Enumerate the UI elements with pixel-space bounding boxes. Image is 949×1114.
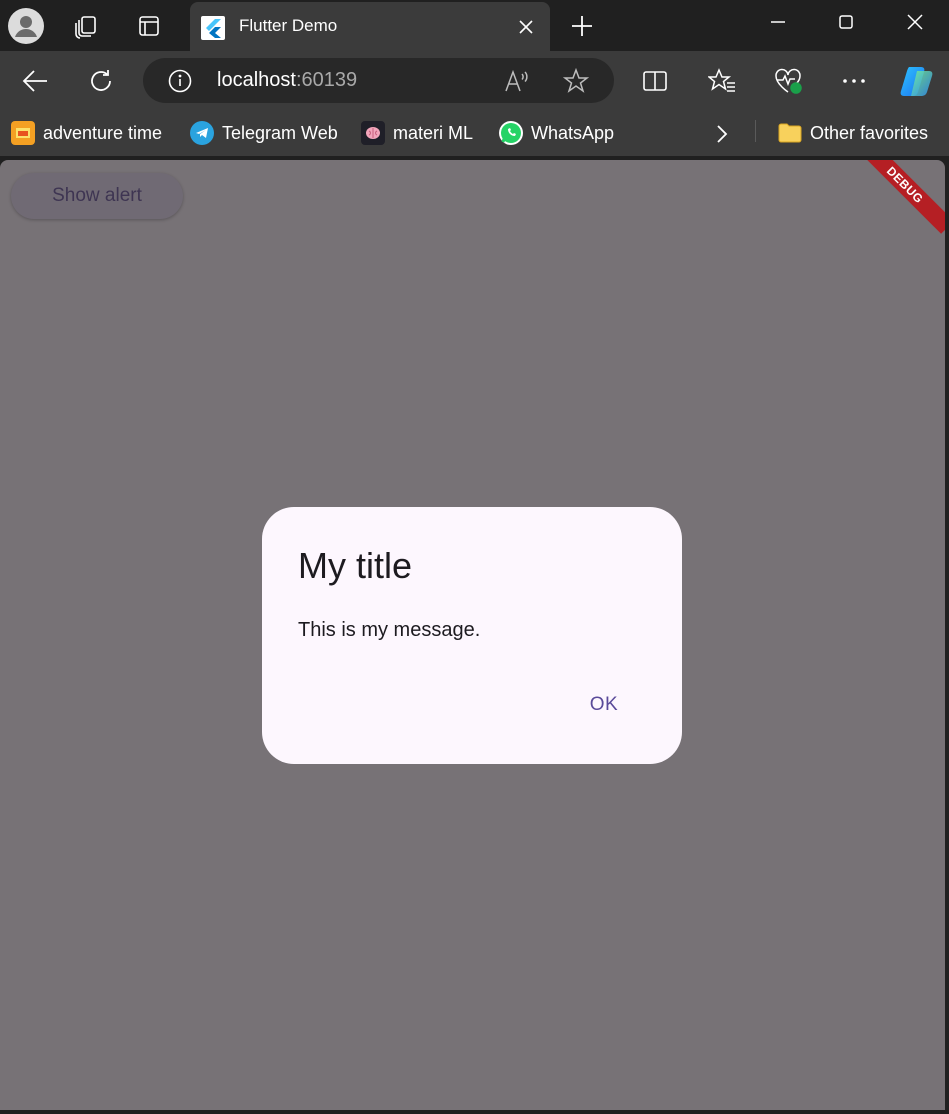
url-host: localhost: [217, 69, 296, 91]
site-info-button[interactable]: [167, 68, 193, 94]
tab-title: Flutter Demo: [239, 16, 338, 35]
settings-more-button[interactable]: [834, 61, 874, 101]
tab-actions-icon: [139, 16, 159, 36]
folder-icon: [778, 121, 802, 145]
minimize-button[interactable]: [744, 0, 812, 44]
back-button[interactable]: [15, 61, 55, 101]
url-text[interactable]: localhost:60139: [217, 69, 357, 92]
bookmarks-divider: [755, 120, 756, 142]
close-icon: [519, 20, 533, 34]
chevron-right-icon: [717, 125, 728, 143]
title-bar: Flutter Demo: [0, 0, 949, 51]
url-port: :60139: [295, 69, 358, 91]
workspaces-button[interactable]: [66, 6, 106, 46]
maximize-button[interactable]: [812, 0, 880, 44]
favorites-list-icon: [708, 68, 735, 92]
flutter-icon: [201, 16, 225, 40]
page-viewport: Show alert DEBUG My title This is my mes…: [0, 160, 945, 1110]
more-icon: [843, 79, 865, 83]
bookmark-adventure-time[interactable]: adventure time: [11, 120, 162, 146]
browser-toolbar: localhost:60139: [0, 51, 949, 111]
favorite-button[interactable]: [562, 67, 590, 95]
address-bar[interactable]: localhost:60139: [143, 58, 614, 103]
debug-banner: DEBUG: [856, 160, 945, 234]
bookmark-telegram-web[interactable]: Telegram Web: [190, 120, 338, 146]
minimize-icon: [771, 21, 785, 23]
bookmark-label: Telegram Web: [222, 122, 338, 143]
bookmark-label: WhatsApp: [531, 122, 615, 143]
new-tab-button[interactable]: [562, 6, 602, 46]
read-aloud-icon: [505, 69, 528, 92]
profile-icon: [8, 8, 44, 44]
bookmark-whatsapp[interactable]: WhatsApp: [499, 120, 614, 146]
copilot-button[interactable]: [897, 61, 937, 101]
show-alert-button[interactable]: Show alert: [11, 173, 183, 219]
info-icon: [168, 69, 192, 93]
bookmark-label: adventure time: [43, 122, 163, 143]
refresh-icon: [91, 70, 111, 91]
star-icon: [563, 68, 589, 93]
whatsapp-icon: [499, 121, 523, 145]
bookmarks-bar: adventure time Telegram Web materi ML Wh…: [0, 111, 949, 156]
tab-flutter-demo[interactable]: Flutter Demo: [190, 2, 550, 51]
telegram-icon: [190, 121, 214, 145]
arrow-left-icon: [22, 70, 47, 92]
copilot-icon: [900, 67, 933, 96]
bookmark-other-favorites[interactable]: Other favorites: [778, 120, 928, 146]
workspaces-icon: [75, 16, 96, 39]
alert-dialog: My title This is my message. OK: [262, 507, 682, 764]
close-icon: [907, 14, 923, 30]
profile-button[interactable]: [6, 6, 46, 46]
tab-actions-button[interactable]: [129, 6, 169, 46]
plus-icon: [572, 16, 592, 36]
adventure-time-icon: [11, 121, 35, 145]
split-screen-icon: [643, 71, 667, 91]
favorites-button[interactable]: [702, 61, 742, 101]
refresh-button[interactable]: [81, 61, 121, 101]
dialog-title: My title: [298, 545, 413, 586]
more-bookmarks-button[interactable]: [708, 120, 736, 148]
heart-pulse-icon: [775, 68, 802, 94]
ok-button[interactable]: OK: [574, 687, 634, 723]
close-window-button[interactable]: [881, 0, 949, 44]
read-aloud-button[interactable]: [503, 67, 531, 95]
dialog-message: This is my message.: [298, 619, 481, 641]
maximize-icon: [839, 15, 853, 29]
tab-close-button[interactable]: [514, 15, 538, 39]
browser-essentials-button[interactable]: [768, 61, 808, 101]
bookmark-materi-ml[interactable]: materi ML: [361, 120, 473, 146]
brain-icon: [361, 121, 385, 145]
split-screen-button[interactable]: [635, 61, 675, 101]
window-bottom-edge: [0, 1110, 949, 1114]
bookmark-label: materi ML: [393, 122, 474, 143]
bookmark-label: Other favorites: [810, 122, 929, 143]
